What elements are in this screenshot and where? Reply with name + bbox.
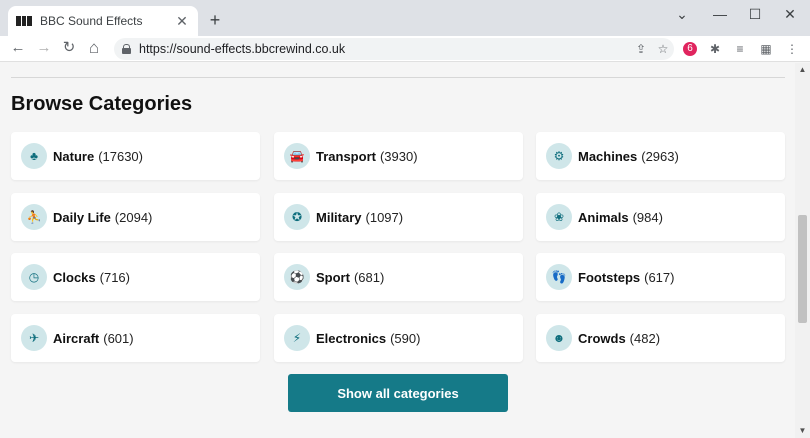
extensions-puzzle-icon[interactable]: ✱ (706, 40, 724, 58)
category-name: Transport (316, 148, 376, 164)
category-count: (716) (99, 269, 130, 285)
share-icon[interactable]: ⇪ (630, 42, 652, 56)
category-name: Machines (578, 148, 638, 164)
ball-icon: ⚽ (284, 264, 310, 290)
category-card-machines[interactable]: ⚙ Machines (2963) (536, 132, 785, 180)
category-card-electronics[interactable]: ⚡ Electronics (590) (274, 314, 523, 362)
category-name: Footsteps (578, 269, 641, 285)
category-card-transport[interactable]: 🚘 Transport (3930) (274, 132, 523, 180)
footprints-icon: 👣 (546, 264, 572, 290)
profile-avatar-icon[interactable]: ▦ (757, 40, 775, 58)
clock-icon: ◷ (21, 264, 47, 290)
back-button[interactable]: ← (8, 38, 28, 58)
divider (11, 77, 785, 78)
forward-button[interactable]: → (34, 38, 54, 58)
new-tab-button[interactable]: + (205, 10, 225, 31)
category-name: Nature (53, 148, 95, 164)
category-count: (2963) (641, 148, 679, 164)
page-title: Browse Categories (11, 93, 193, 115)
category-card-military[interactable]: ✪ Military (1097) (274, 193, 523, 241)
category-count: (1097) (365, 209, 404, 225)
category-count: (984) (632, 209, 663, 225)
maximize-button[interactable]: ☐ (737, 4, 773, 24)
home-button[interactable]: ⌂ (84, 38, 104, 58)
media-control-icon[interactable]: ≡ (731, 40, 749, 58)
tab-close-icon[interactable]: ✕ (174, 13, 190, 30)
category-name: Daily Life (53, 209, 111, 225)
close-window-button[interactable]: ✕ (772, 4, 808, 24)
category-name: Military (316, 209, 362, 225)
reload-button[interactable]: ↻ (59, 38, 79, 58)
address-bar[interactable]: https://sound-effects.bbcrewind.co.uk ⇪ … (114, 38, 674, 60)
people-icon: ☻ (546, 325, 572, 351)
category-card-animals[interactable]: ❀ Animals (984) (536, 193, 785, 241)
browser-menu-icon[interactable]: ⋮ (783, 40, 801, 58)
minimize-button[interactable]: — (702, 4, 738, 24)
category-count: (2094) (114, 209, 153, 225)
show-all-categories-button[interactable]: Show all categories (288, 374, 508, 412)
category-count: (482) (629, 330, 661, 346)
bbc-favicon-icon (16, 16, 33, 26)
category-name: Sport (316, 269, 350, 285)
category-count: (617) (644, 269, 675, 285)
category-count: (3930) (379, 148, 418, 164)
lock-icon[interactable] (122, 44, 131, 54)
page-content: Browse Categories ♣ Nature (17630) 🚘 Transpo… (0, 63, 795, 438)
category-name: Crowds (578, 330, 626, 346)
category-name: Electronics (316, 330, 387, 346)
url-text[interactable]: https://sound-effects.bbcrewind.co.uk (139, 42, 630, 56)
category-name: Clocks (53, 269, 96, 285)
lightning-icon: ⚡ (284, 325, 310, 351)
category-count: (681) (353, 269, 385, 285)
person-icon: ⛹ (21, 204, 47, 230)
category-name: Aircraft (53, 330, 100, 346)
tab-search-icon[interactable]: ⌄ (664, 4, 700, 24)
paw-icon: ❀ (546, 204, 572, 230)
category-card-aircraft[interactable]: ✈ Aircraft (601) (11, 314, 260, 362)
category-card-nature[interactable]: ♣ Nature (17630) (11, 132, 260, 180)
scroll-up-icon[interactable]: ▲ (795, 63, 810, 77)
tab-bbc-sound-effects[interactable]: BBC Sound Effects ✕ (8, 6, 198, 36)
scrollbar-thumb[interactable] (798, 215, 807, 323)
military-icon: ✪ (284, 204, 310, 230)
bookmark-star-icon[interactable]: ☆ (652, 42, 674, 56)
tree-icon: ♣ (21, 143, 47, 169)
category-count: (601) (103, 330, 134, 346)
category-card-crowds[interactable]: ☻ Crowds (482) (536, 314, 785, 362)
plane-icon: ✈ (21, 325, 47, 351)
tab-title: BBC Sound Effects (40, 14, 143, 28)
car-icon: 🚘 (284, 143, 310, 169)
category-card-footsteps[interactable]: 👣 Footsteps (617) (536, 253, 785, 301)
tab-strip: BBC Sound Effects ✕ + ⌄ — ☐ ✕ (0, 0, 810, 36)
extension-red-icon[interactable]: 6 (683, 42, 697, 56)
category-card-daily-life[interactable]: ⛹ Daily Life (2094) (11, 193, 260, 241)
category-count: (590) (390, 330, 421, 346)
category-card-clocks[interactable]: ◷ Clocks (716) (11, 253, 260, 301)
category-card-sport[interactable]: ⚽ Sport (681) (274, 253, 523, 301)
browser-toolbar: ← → ↻ ⌂ https://sound-effects.bbcrewind.… (0, 36, 810, 62)
scroll-down-icon[interactable]: ▼ (795, 424, 810, 438)
category-count: (17630) (98, 148, 143, 164)
gear-icon: ⚙ (546, 143, 572, 169)
category-name: Animals (578, 209, 629, 225)
vertical-scrollbar[interactable]: ▲ ▼ (795, 63, 810, 438)
